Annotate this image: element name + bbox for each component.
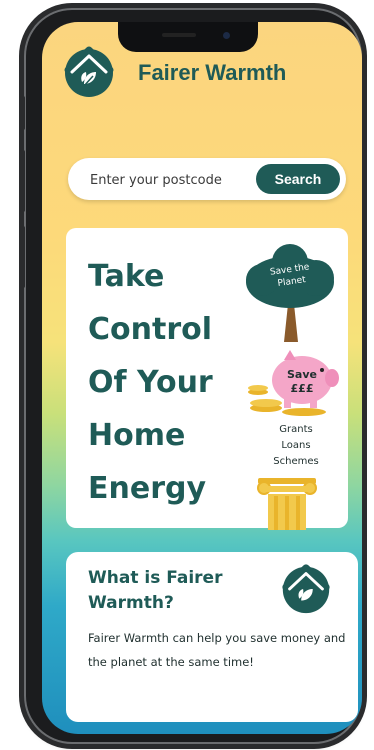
tree-icon: Save the Planet [246, 244, 334, 342]
postcode-input[interactable] [88, 168, 252, 192]
site-header: Fairer Warmth [56, 42, 356, 114]
hero-title: Take Control Of Your Home Energy [88, 250, 238, 515]
pig-label-line2: £££ [291, 382, 314, 395]
side-button [20, 150, 25, 212]
pillar-icon [257, 478, 317, 530]
pig-label-line1: Save [287, 368, 317, 381]
hero-title-line: Control [88, 312, 213, 347]
info-card: What is Fairer Warmth? Fairer Warmth can… [66, 552, 358, 722]
grants-item: Loans [281, 440, 311, 451]
piggy-bank-icon: Save £££ [248, 350, 339, 416]
hero-title-line: Of Your [88, 365, 213, 400]
hero-card: Take Control Of Your Home Energy Save th… [66, 228, 348, 530]
brand-name[interactable]: Fairer Warmth [138, 60, 286, 86]
info-body: Fairer Warmth can help you save money an… [88, 631, 346, 669]
side-button [20, 226, 25, 288]
speaker-grille [162, 33, 196, 37]
search-button[interactable]: Search [256, 164, 340, 194]
hero-title-line: Take [88, 259, 165, 294]
front-camera [223, 32, 230, 39]
grants-item: Schemes [273, 456, 319, 467]
side-button [20, 96, 25, 130]
postcode-search: Search [68, 158, 346, 200]
grants-list: Grants Loans Schemes [256, 422, 336, 470]
grants-item: Grants [279, 424, 313, 435]
info-title: What is Fairer Warmth? [88, 568, 223, 613]
house-with-leaf-icon[interactable] [60, 42, 118, 100]
hero-title-line: Energy [88, 471, 207, 506]
house-with-leaf-icon [278, 560, 334, 616]
phone-notch [118, 22, 258, 52]
hero-title-line: Home [88, 418, 186, 453]
